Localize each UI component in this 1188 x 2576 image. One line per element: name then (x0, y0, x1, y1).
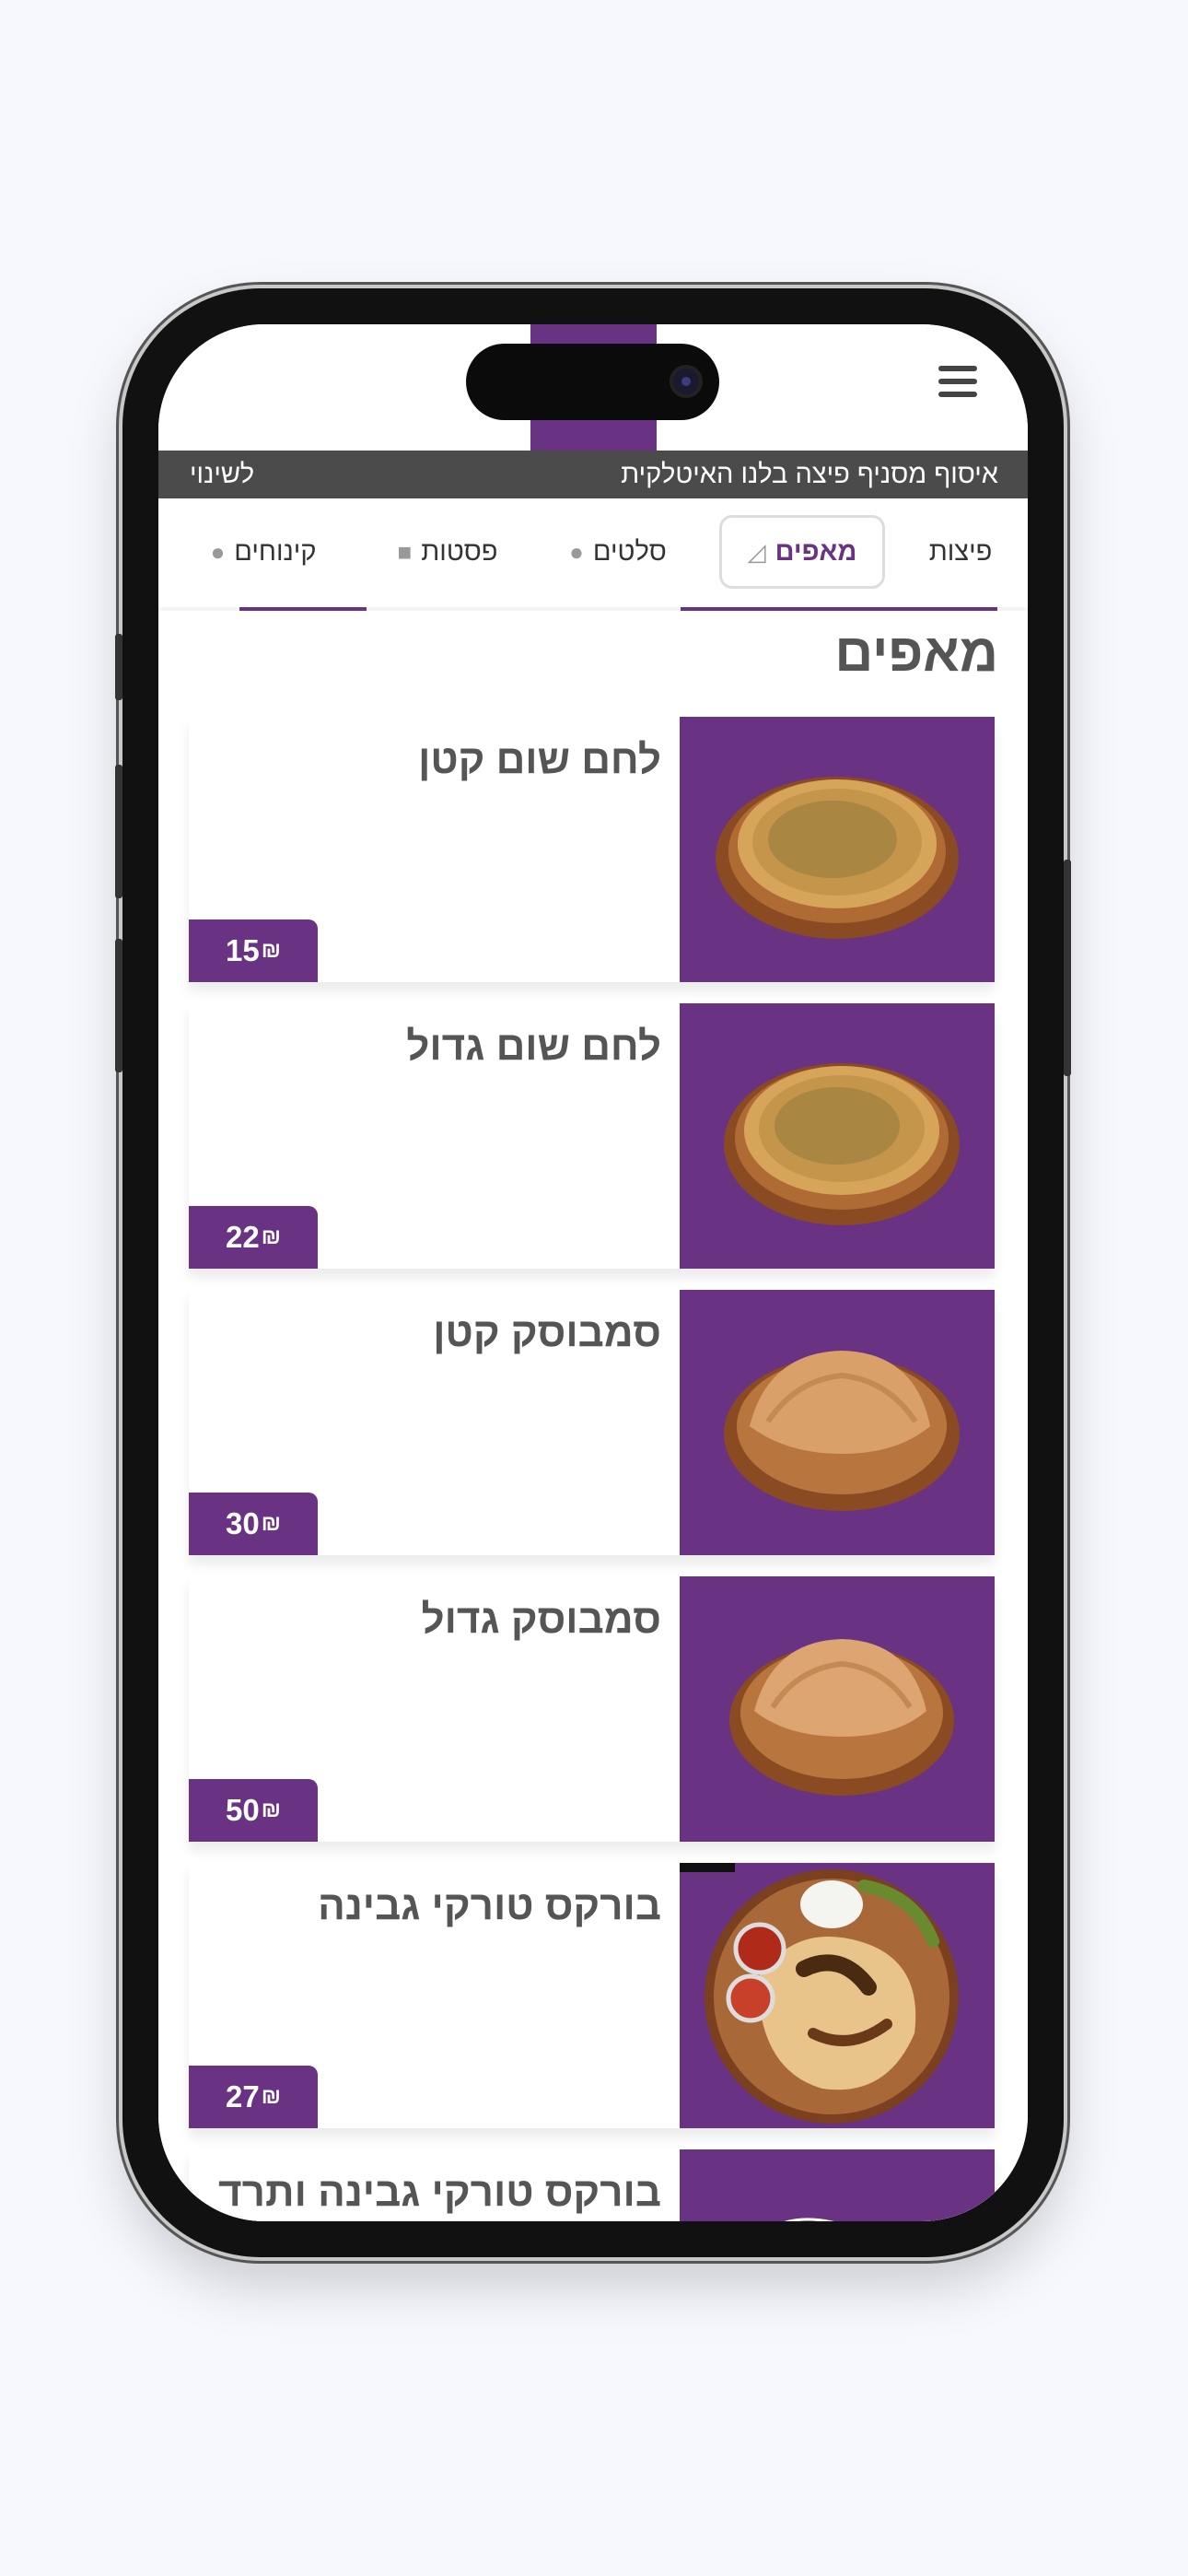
currency: ₪ (261, 1797, 281, 1822)
tab-desserts[interactable]: קינוחים ● (185, 515, 342, 589)
pastry-icon: ◿ (747, 537, 766, 566)
item-price: 27 (226, 2079, 260, 2113)
item-name: בורקס טורקי גבינה ותרד (218, 2170, 661, 2215)
item-name: בורקס טורקי גבינה (318, 1883, 661, 1928)
item-name: סמבוסק קטן (433, 1310, 661, 1355)
menu-item-card[interactable]: לחם שום קטן 15 ₪ (189, 717, 995, 982)
currency: ₪ (261, 1511, 281, 1536)
item-image (680, 1003, 995, 1269)
section-title: מאפים (834, 623, 998, 683)
tab-pastas[interactable]: פסטות ■ (388, 515, 507, 589)
menu-item-card[interactable]: בורקס טורקי גבינה 27 ₪ (189, 1863, 995, 2128)
sambusak-image (724, 1351, 960, 1511)
category-tabs: פיצות מאפים ◿ סלטים ● פסטות ■ קינוחים ● (158, 498, 1028, 607)
dynamic-island (466, 344, 719, 420)
price-badge: 27 ₪ (189, 2066, 318, 2128)
volume-down-button (115, 939, 122, 1072)
tab-label: מאפים (775, 536, 857, 567)
action-button (115, 634, 122, 700)
phone-screen: איסוף מסניף פיצה בלנו האיטלקית לשינוי פי… (158, 324, 1028, 2221)
change-branch-link[interactable]: לשינוי (190, 460, 254, 490)
pickup-info-bar: איסוף מסניף פיצה בלנו האיטלקית לשינוי (158, 451, 1028, 498)
garlic-bread-image (716, 777, 959, 939)
item-name: לחם שום גדול (406, 1024, 661, 1069)
item-image (680, 2149, 995, 2221)
sambusak-image (729, 1639, 954, 1796)
item-image (680, 1290, 995, 1555)
item-name: סמבוסק גדול (421, 1597, 661, 1642)
price-badge: 50 ₪ (189, 1779, 318, 1842)
price-badge: 22 ₪ (189, 1206, 318, 1269)
camera-icon (670, 365, 703, 398)
phone-frame: איסוף מסניף פיצה בלנו האיטלקית לשינוי פי… (115, 288, 1071, 2257)
currency: ₪ (261, 938, 281, 963)
menu-content: מאפים לחם שום קטן 15 ₪ לחם שום גדול 22 ₪… (158, 611, 1028, 2221)
dessert-icon: ● (210, 537, 226, 566)
menu-item-card[interactable]: סמבוסק גדול 50 ₪ (189, 1576, 995, 1842)
item-price: 15 (226, 933, 260, 967)
borekas-image (705, 1869, 959, 2124)
currency: ₪ (261, 2084, 281, 2109)
tab-pastries[interactable]: מאפים ◿ (719, 515, 885, 589)
menu-item-card[interactable]: לחם שום גדול 22 ₪ (189, 1003, 995, 1269)
price-badge: 15 ₪ (189, 919, 318, 982)
volume-up-button (115, 765, 122, 898)
power-button (1064, 860, 1071, 1076)
item-image (680, 1863, 995, 2128)
pickup-branch-text: איסוף מסניף פיצה בלנו האיטלקית (621, 459, 998, 489)
hamburger-menu-icon[interactable] (938, 366, 977, 401)
price-badge: 30 ₪ (189, 1493, 318, 1555)
tab-label: פסטות (421, 536, 498, 567)
item-image (680, 717, 995, 982)
garlic-bread-image (724, 1063, 960, 1225)
tab-salads[interactable]: סלטים ● (558, 515, 678, 589)
currency: ₪ (261, 1224, 281, 1249)
salad-icon: ● (569, 537, 584, 566)
item-price: 22 (226, 1220, 260, 1254)
menu-item-card[interactable]: סמבוסק קטן 30 ₪ (189, 1290, 995, 1555)
placeholder-image-icon (784, 2218, 834, 2221)
tab-label: קינוחים (234, 536, 317, 567)
item-price: 50 (226, 1793, 260, 1827)
pasta-icon: ■ (397, 537, 413, 566)
item-price: 30 (226, 1506, 260, 1540)
menu-item-card[interactable]: בורקס טורקי גבינה ותרד (189, 2149, 995, 2221)
tab-label: פיצות (928, 536, 993, 567)
tab-label: סלטים (592, 536, 667, 567)
tab-pizzas[interactable]: פיצות (910, 515, 1011, 589)
status-area (158, 324, 1028, 451)
item-image (680, 1576, 995, 1842)
item-name: לחם שום קטן (418, 737, 661, 782)
